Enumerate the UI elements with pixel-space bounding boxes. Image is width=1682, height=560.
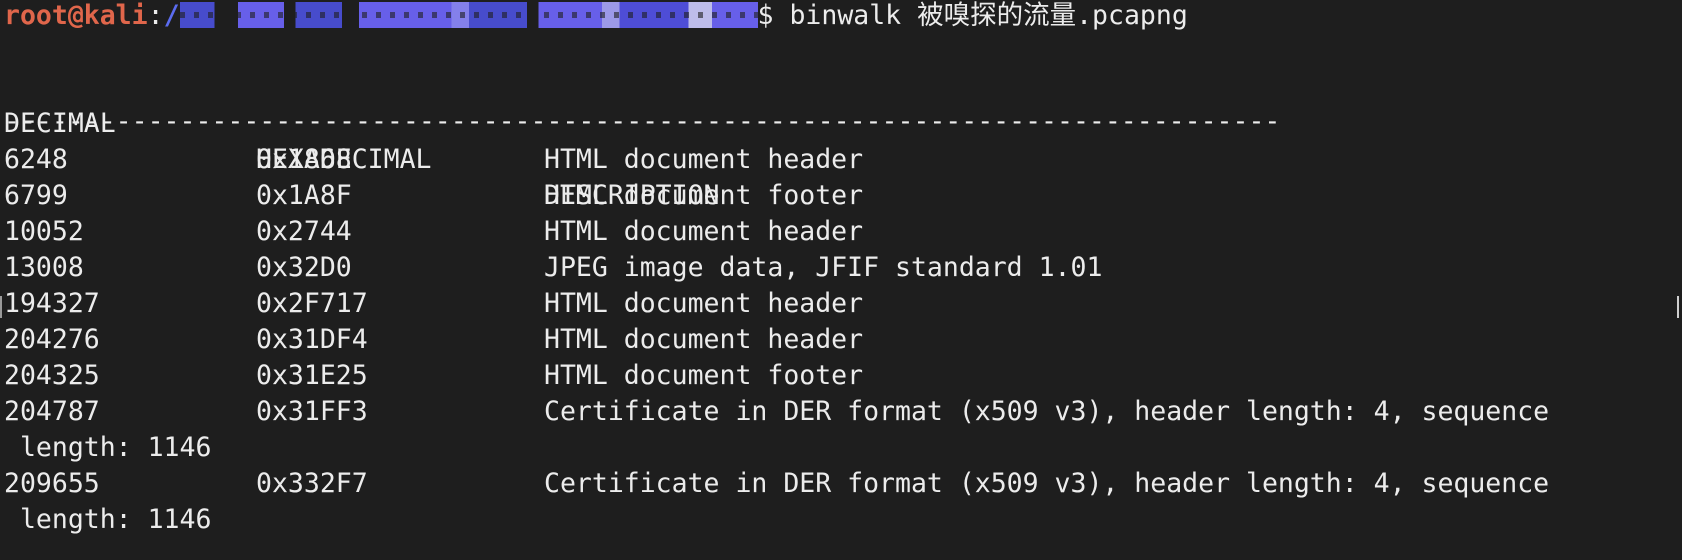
cell-decimal: 204787 bbox=[4, 396, 100, 427]
cell-decimal: 209655 bbox=[4, 468, 100, 499]
table-row: 6248 0x1868 HTML document header bbox=[0, 142, 1682, 178]
table-row: 194327 0x2F717 HTML document header bbox=[0, 286, 1682, 322]
cell-description: HTML document header bbox=[544, 288, 864, 319]
cell-description: HTML document header bbox=[544, 144, 864, 175]
cell-description: JPEG image data, JFIF standard 1.01 bbox=[544, 252, 1103, 283]
cell-decimal: 204276 bbox=[4, 324, 100, 355]
cell-decimal: 204325 bbox=[4, 360, 100, 391]
table-row: 204787 0x31FF3 Certificate in DER format (… bbox=[0, 394, 1682, 430]
table-row: 6799 0x1A8F HTML document footer bbox=[0, 178, 1682, 214]
cell-hexadecimal: 0x1868 bbox=[256, 144, 352, 175]
table-row-wrap: length: 1146 bbox=[0, 502, 1682, 538]
cell-hexadecimal: 0x2744 bbox=[256, 216, 352, 247]
cell-hexadecimal: 0x31FF3 bbox=[256, 396, 368, 427]
cell-hexadecimal: 0x32D0 bbox=[256, 252, 352, 283]
cell-decimal: 10052 bbox=[4, 216, 84, 247]
cell-description: HTML document header bbox=[544, 324, 864, 355]
prompt-path: / bbox=[163, 0, 180, 31]
command-prompt-line: root@kali:/ $ binwalk 被嗅探的流量.pcapng bbox=[4, 0, 1188, 34]
prompt-symbol: $ bbox=[757, 0, 790, 31]
cell-decimal: 6248 bbox=[4, 144, 68, 175]
cell-description: Certificate in DER format (x509 v3), hea… bbox=[544, 396, 1550, 427]
cell-decimal: 194327 bbox=[4, 288, 100, 319]
cell-decimal: 13008 bbox=[4, 252, 84, 283]
table-row-wrap: length: 1146 bbox=[0, 430, 1682, 466]
cell-hexadecimal: 0x31E25 bbox=[256, 360, 368, 391]
table-header-row: DECIMAL HEXADECIMAL DESCRIPTION bbox=[0, 70, 1682, 211]
header-separator: ----------------------------------------… bbox=[4, 106, 1281, 137]
cell-description-continued: length: 1146 bbox=[4, 504, 212, 535]
command-text: binwalk 被嗅探的流量.pcapng bbox=[789, 0, 1188, 31]
cell-hexadecimal: 0x2F717 bbox=[256, 288, 368, 319]
table-row: 10052 0x2744 HTML document header bbox=[0, 214, 1682, 250]
cell-description: HTML document footer bbox=[544, 180, 864, 211]
terminal-window[interactable]: root@kali:/ $ binwalk 被嗅探的流量.pcapng DECIM… bbox=[0, 0, 1682, 560]
table-row: 204325 0x31E25 HTML document footer bbox=[0, 358, 1682, 394]
redacted-path-block bbox=[179, 2, 758, 28]
cell-description: HTML document footer bbox=[544, 360, 864, 391]
selection-mark-left bbox=[0, 296, 2, 318]
selection-mark-right bbox=[1677, 296, 1679, 318]
prompt-user-host: root@kali bbox=[4, 0, 148, 31]
table-row: 13008 0x32D0 JPEG image data, JFIF standar… bbox=[0, 250, 1682, 286]
cell-decimal: 6799 bbox=[4, 180, 68, 211]
cell-description: HTML document header bbox=[544, 216, 864, 247]
cell-description: Certificate in DER format (x509 v3), hea… bbox=[544, 468, 1550, 499]
cell-hexadecimal: 0x332F7 bbox=[256, 468, 368, 499]
prompt-colon: : bbox=[147, 0, 164, 31]
cell-hexadecimal: 0x31DF4 bbox=[256, 324, 368, 355]
cell-description-continued: length: 1146 bbox=[4, 432, 212, 463]
table-row: 204276 0x31DF4 HTML document header bbox=[0, 322, 1682, 358]
cell-hexadecimal: 0x1A8F bbox=[256, 180, 352, 211]
table-row: 209655 0x332F7 Certificate in DER format (… bbox=[0, 466, 1682, 502]
